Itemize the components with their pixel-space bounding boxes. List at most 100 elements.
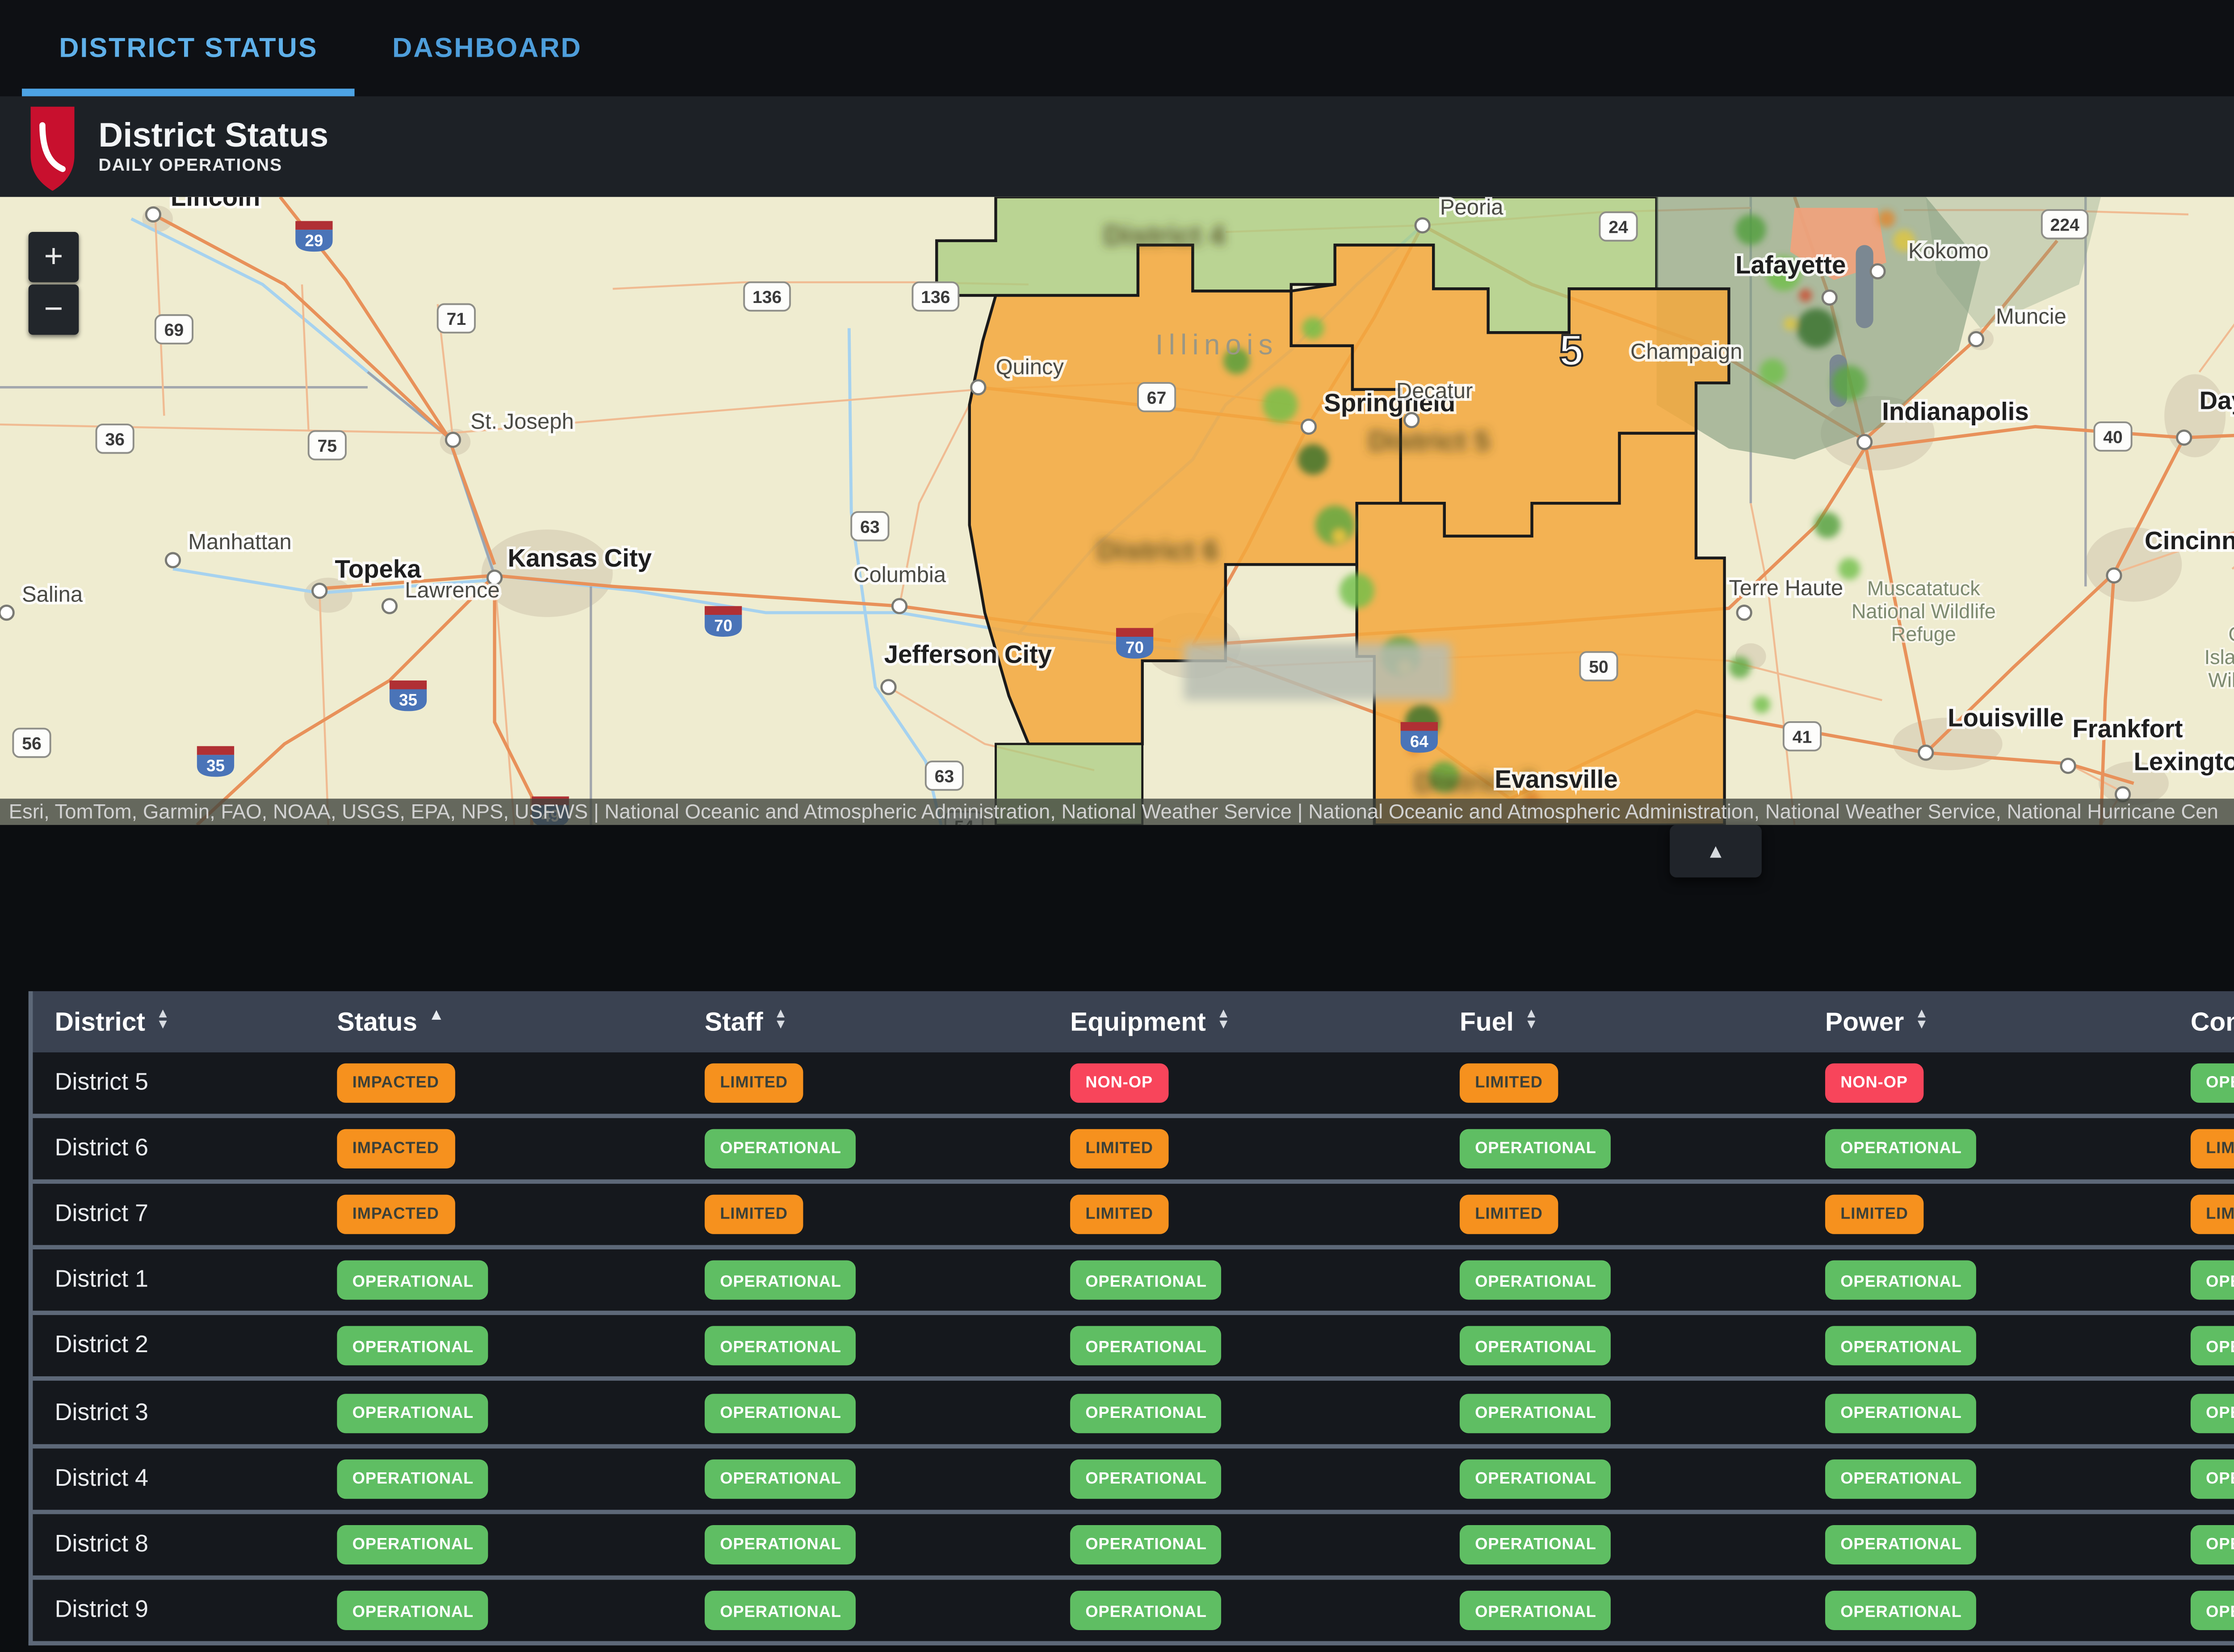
status-badge: OPERATIONAL (1460, 1261, 1612, 1300)
status-badge: LIMITED (1070, 1194, 1168, 1234)
column-header-communication[interactable]: Communication▲▼ (2169, 1006, 2234, 1037)
status-cell: OPERATIONAL (2169, 1393, 2234, 1432)
status-cell: OPERATIONAL (2169, 1459, 2234, 1498)
tab-district-status[interactable]: DISTRICT STATUS (22, 0, 355, 96)
table-row[interactable]: District 8OPERATIONALOPERATIONALOPERATIO… (33, 1509, 2234, 1576)
status-badge: OPERATIONAL (705, 1129, 857, 1168)
zoom-out-button[interactable]: − (29, 285, 79, 335)
column-header-power[interactable]: Power▲▼ (1803, 1006, 2169, 1037)
app-header: District Status DAILY OPERATIONS (0, 96, 2234, 199)
table-row[interactable]: District 3OPERATIONALOPERATIONALOPERATIO… (33, 1377, 2234, 1443)
svg-text:70: 70 (714, 617, 732, 635)
zoom-in-button[interactable]: + (29, 232, 79, 282)
table-row[interactable]: District 6IMPACTEDOPERATIONALLIMITEDOPER… (33, 1113, 2234, 1179)
svg-text:63: 63 (860, 517, 880, 537)
status-badge: LIMITED (705, 1063, 803, 1102)
city-label: Lafayette (1735, 251, 1846, 279)
district-cell: District 3 (33, 1400, 315, 1426)
svg-text:Wildlife Refuge: Wildlife Refuge (2208, 669, 2234, 692)
svg-text:National Wildlife: National Wildlife (1852, 600, 1996, 622)
city-label: Salina (22, 583, 83, 607)
svg-text:Ohio River: Ohio River (2229, 623, 2234, 646)
column-header-fuel[interactable]: Fuel▲▼ (1438, 1006, 1803, 1037)
status-cell: LIMITED (683, 1063, 1048, 1102)
svg-text:50: 50 (1589, 658, 1608, 677)
tab-dashboard[interactable]: DASHBOARD (355, 0, 619, 96)
svg-text:36: 36 (105, 430, 125, 449)
table-row[interactable]: District 7IMPACTEDLIMITEDLIMITEDLIMITEDL… (33, 1179, 2234, 1245)
district-5-marker[interactable]: 5 (1559, 326, 1583, 375)
status-cell: IMPACTED (315, 1129, 683, 1168)
status-cell: IMPACTED (315, 1194, 683, 1234)
svg-text:67: 67 (1147, 388, 1167, 408)
district-cell: District 5 (33, 1069, 315, 1095)
column-header-district[interactable]: District▲▼ (33, 1006, 315, 1037)
district-cell: District 2 (33, 1333, 315, 1360)
district-cell: District 9 (33, 1597, 315, 1624)
svg-text:64: 64 (1410, 732, 1428, 751)
district-cell: District 4 (33, 1465, 315, 1492)
status-cell: OPERATIONAL (315, 1591, 683, 1630)
status-badge: OPERATIONAL (1825, 1129, 1977, 1168)
city-label: Terre Haute (1729, 576, 1843, 600)
city-label: St. Joseph (470, 410, 574, 434)
status-cell: OPERATIONAL (683, 1525, 1048, 1564)
status-badge: OPERATIONAL (705, 1327, 857, 1366)
city-label: Frankfort (2072, 715, 2183, 743)
district-map[interactable]: District 4District 5District 6District 7… (0, 197, 2234, 825)
column-header-status[interactable]: Status▲ (315, 1006, 683, 1037)
route-shield-41: 41 (1784, 722, 1821, 751)
svg-text:70: 70 (1125, 639, 1144, 657)
column-header-staff[interactable]: Staff▲▼ (683, 1006, 1048, 1037)
route-shield-136: 136 (912, 282, 958, 311)
district-cell: District 8 (33, 1531, 315, 1558)
city-label: Dayton (2199, 387, 2234, 415)
interstate-shield-35: 35 (390, 681, 427, 711)
status-badge: OPERATIONAL (1825, 1261, 1977, 1300)
svg-text:56: 56 (22, 734, 42, 753)
status-cell: OPERATIONAL (2169, 1327, 2234, 1366)
status-cell: OPERATIONAL (1803, 1525, 2169, 1564)
status-badge: LIMITED (705, 1194, 803, 1234)
status-cell: OPERATIONAL (683, 1591, 1048, 1630)
status-cell: OPERATIONAL (1048, 1261, 1438, 1300)
status-cell: OPERATIONAL (1803, 1393, 2169, 1432)
table-row[interactable]: District 1OPERATIONALOPERATIONALOPERATIO… (33, 1245, 2234, 1312)
status-cell: OPERATIONAL (2169, 1063, 2234, 1102)
svg-text:Refuge: Refuge (1891, 623, 1956, 646)
city-label: Manhattan (188, 530, 291, 554)
city-label: Cincinnati (2145, 526, 2234, 555)
svg-text:41: 41 (1793, 727, 1812, 747)
svg-text:24: 24 (1608, 218, 1628, 237)
city-label: Indianapolis (1882, 397, 2028, 425)
table-row[interactable]: District 5IMPACTEDLIMITEDNON-OPLIMITEDNO… (33, 1051, 2234, 1113)
status-cell: OPERATIONAL (1048, 1591, 1438, 1630)
status-cell: NON-OP (1803, 1063, 2169, 1102)
status-badge: OPERATIONAL (337, 1327, 489, 1366)
column-header-equipment[interactable]: Equipment▲▼ (1048, 1006, 1438, 1037)
svg-text:35: 35 (206, 757, 225, 775)
table-row[interactable]: District 4OPERATIONALOPERATIONALOPERATIO… (33, 1443, 2234, 1509)
table-row[interactable]: District 2OPERATIONALOPERATIONALOPERATIO… (33, 1311, 2234, 1377)
route-shield-50: 50 (1580, 652, 1617, 681)
table-row[interactable]: District 9OPERATIONALOPERATIONALOPERATIO… (33, 1576, 2234, 1642)
status-cell: OPERATIONAL (315, 1393, 683, 1432)
city-label: Lexington (2134, 748, 2234, 776)
status-cell: OPERATIONAL (1438, 1327, 1803, 1366)
svg-text:75: 75 (317, 437, 337, 456)
route-shield-69: 69 (155, 315, 193, 344)
city-label: Decatur (1396, 379, 1473, 403)
status-cell: OPERATIONAL (315, 1459, 683, 1498)
interstate-shield-70: 70 (705, 606, 742, 637)
map-collapse-button[interactable]: ▲ (1670, 825, 1762, 878)
status-cell: OPERATIONAL (1048, 1327, 1438, 1366)
status-cell: OPERATIONAL (683, 1129, 1048, 1168)
interstate-shield-70: 70 (1116, 628, 1153, 659)
svg-text:Muscatatuck: Muscatatuck (1867, 577, 1980, 600)
city-label: Evansville (1495, 765, 1617, 793)
status-badge: OPERATIONAL (1825, 1525, 1977, 1564)
route-shield-56: 56 (13, 729, 50, 757)
sort-both-icon: ▲▼ (1524, 1012, 1538, 1031)
status-badge: OPERATIONAL (1460, 1459, 1612, 1498)
city-evansville: Evansville (1495, 765, 1617, 793)
